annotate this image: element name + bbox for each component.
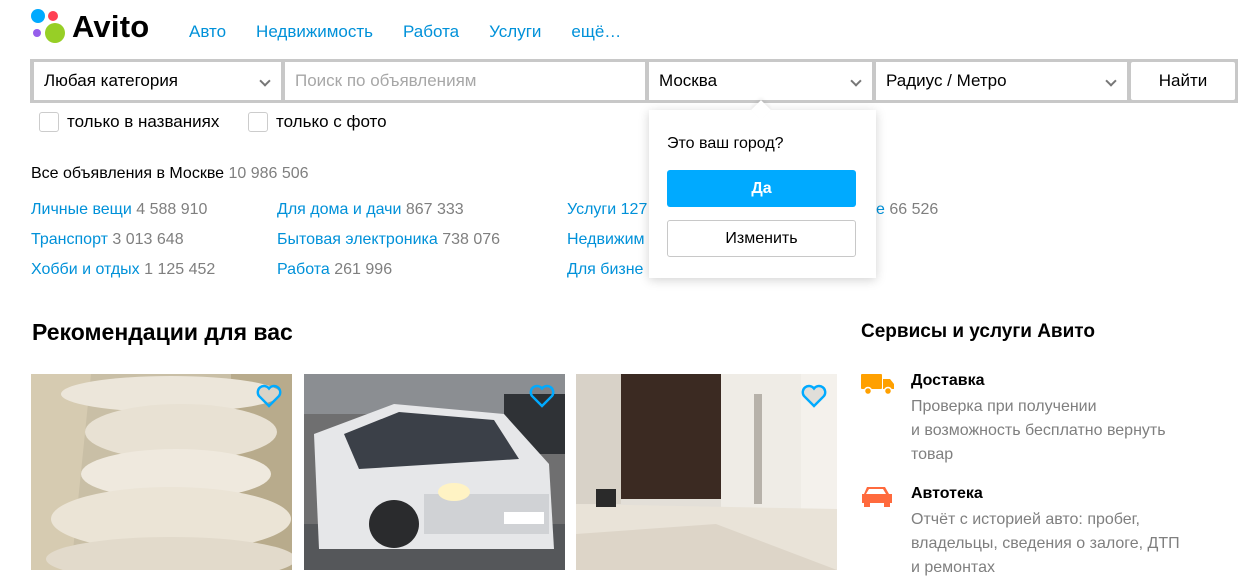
- radius-select[interactable]: Радиус / Метро: [876, 62, 1127, 100]
- all-ads-count: 10 986 506: [228, 165, 309, 182]
- category-link[interactable]: Транспорт 3 013 648: [31, 230, 184, 250]
- category-link[interactable]: Недвижим: [567, 230, 645, 250]
- hallway-door-photo[interactable]: [576, 374, 837, 570]
- category-name[interactable]: Бытовая электроника: [277, 231, 438, 248]
- service-title[interactable]: Доставка: [911, 372, 985, 390]
- category-name[interactable]: е: [876, 201, 885, 218]
- category-count: 66 526: [889, 201, 939, 218]
- category-link[interactable]: Услуги 127: [567, 200, 647, 220]
- heart-icon[interactable]: [529, 384, 555, 408]
- all-ads-summary: Все объявления в Москве 10 986 506: [31, 164, 309, 184]
- category-name[interactable]: Личные вещи: [31, 201, 132, 218]
- recommendation-card[interactable]: [31, 374, 292, 570]
- category-count: 1 125 452: [144, 261, 216, 278]
- service-desc-line: товар: [911, 446, 954, 463]
- category-name[interactable]: Для дома и дачи: [277, 201, 401, 218]
- service-desc-line: Проверка при получении: [911, 398, 1097, 415]
- chevron-down-icon: [1105, 75, 1117, 87]
- search-button[interactable]: Найти: [1131, 62, 1235, 100]
- service-desc-line: и возможность бесплатно вернуть: [911, 422, 1166, 439]
- titles-only-checkbox[interactable]: только в названиях: [39, 112, 219, 132]
- service-desc-line: и ремонтах: [911, 559, 995, 576]
- category-name[interactable]: Транспорт: [31, 231, 108, 248]
- confirm-city-button[interactable]: Да: [667, 170, 856, 207]
- checkbox-box[interactable]: [248, 112, 268, 132]
- popup-arrow: [751, 100, 771, 120]
- recommendation-card[interactable]: [576, 374, 837, 570]
- category-count: 867 333: [405, 201, 464, 218]
- category-link[interactable]: Работа 261 996: [277, 260, 392, 280]
- service-desc-line: владельцы, сведения о залоге, ДТП: [911, 535, 1180, 552]
- category-count: 4 588 910: [136, 201, 208, 218]
- nav-link-realty[interactable]: Недвижимость: [256, 22, 373, 42]
- recommendation-card[interactable]: [304, 374, 565, 570]
- category-name[interactable]: Недвижим: [567, 231, 645, 248]
- service-desc-line: Отчёт с историей авто: пробег,: [911, 511, 1140, 528]
- category-link[interactable]: Для бизне: [567, 260, 643, 280]
- category-name[interactable]: Для бизне: [567, 261, 643, 278]
- top-nav: Авто Недвижимость Работа Услуги ещё…: [189, 22, 651, 42]
- nav-link-auto[interactable]: Авто: [189, 22, 226, 42]
- category-link[interactable]: Для дома и дачи 867 333: [277, 200, 464, 220]
- titles-only-label: только в названиях: [67, 112, 220, 131]
- nav-link-more[interactable]: ещё…: [571, 22, 621, 42]
- chevron-down-icon: [259, 75, 271, 87]
- chevron-down-icon: [850, 75, 862, 87]
- search-bar: Любая категория Поиск по объявлениям Мос…: [30, 59, 1238, 103]
- white-car-photo[interactable]: [304, 374, 565, 570]
- recommendations-title: Рекомендации для вас: [32, 319, 293, 345]
- category-link[interactable]: е 66 526: [876, 200, 938, 220]
- heart-icon[interactable]: [256, 384, 282, 408]
- nav-link-jobs[interactable]: Работа: [403, 22, 459, 42]
- category-count: 738 076: [442, 231, 501, 248]
- city-confirm-popup: Это ваш город? Да Изменить: [649, 100, 876, 278]
- car-report-icon: [862, 487, 892, 507]
- logo-text: Avito: [72, 9, 150, 44]
- service-title[interactable]: Автотека: [911, 485, 983, 503]
- service-description: Проверка при получении и возможность бес…: [911, 395, 1231, 467]
- services-title: Сервисы и услуги Авито: [861, 321, 1095, 342]
- delivery-truck-icon: [861, 374, 894, 395]
- nav-link-services[interactable]: Услуги: [489, 22, 541, 42]
- category-link[interactable]: Бытовая электроника 738 076: [277, 230, 500, 250]
- category-link[interactable]: Личные вещи 4 588 910: [31, 200, 207, 220]
- pillows-photo[interactable]: [31, 374, 292, 570]
- category-count: 261 996: [334, 261, 393, 278]
- city-select-value: Москва: [659, 71, 718, 90]
- all-ads-label: Все объявления в Москве: [31, 165, 225, 182]
- search-input-placeholder: Поиск по объявлениям: [295, 71, 477, 90]
- heart-icon[interactable]: [801, 384, 827, 408]
- category-select[interactable]: Любая категория: [34, 62, 281, 100]
- category-count: 3 013 648: [112, 231, 184, 248]
- radius-select-value: Радиус / Метро: [886, 71, 1007, 90]
- city-select[interactable]: Москва: [649, 62, 872, 100]
- category-name[interactable]: Услуги 127: [567, 201, 647, 218]
- popup-title: Это ваш город?: [667, 135, 784, 152]
- category-link[interactable]: Хобби и отдых 1 125 452: [31, 260, 215, 280]
- category-name[interactable]: Работа: [277, 261, 330, 278]
- search-input[interactable]: Поиск по объявлениям: [285, 62, 645, 100]
- checkbox-box[interactable]: [39, 112, 59, 132]
- avito-logo[interactable]: Avito: [31, 9, 149, 45]
- logo-dots-icon: [31, 9, 69, 45]
- with-photo-label: только с фото: [276, 112, 387, 131]
- change-city-button[interactable]: Изменить: [667, 220, 856, 257]
- with-photo-checkbox[interactable]: только с фото: [248, 112, 387, 132]
- category-select-value: Любая категория: [44, 71, 179, 90]
- service-description: Отчёт с историей авто: пробег, владельцы…: [911, 508, 1231, 578]
- category-name[interactable]: Хобби и отдых: [31, 261, 140, 278]
